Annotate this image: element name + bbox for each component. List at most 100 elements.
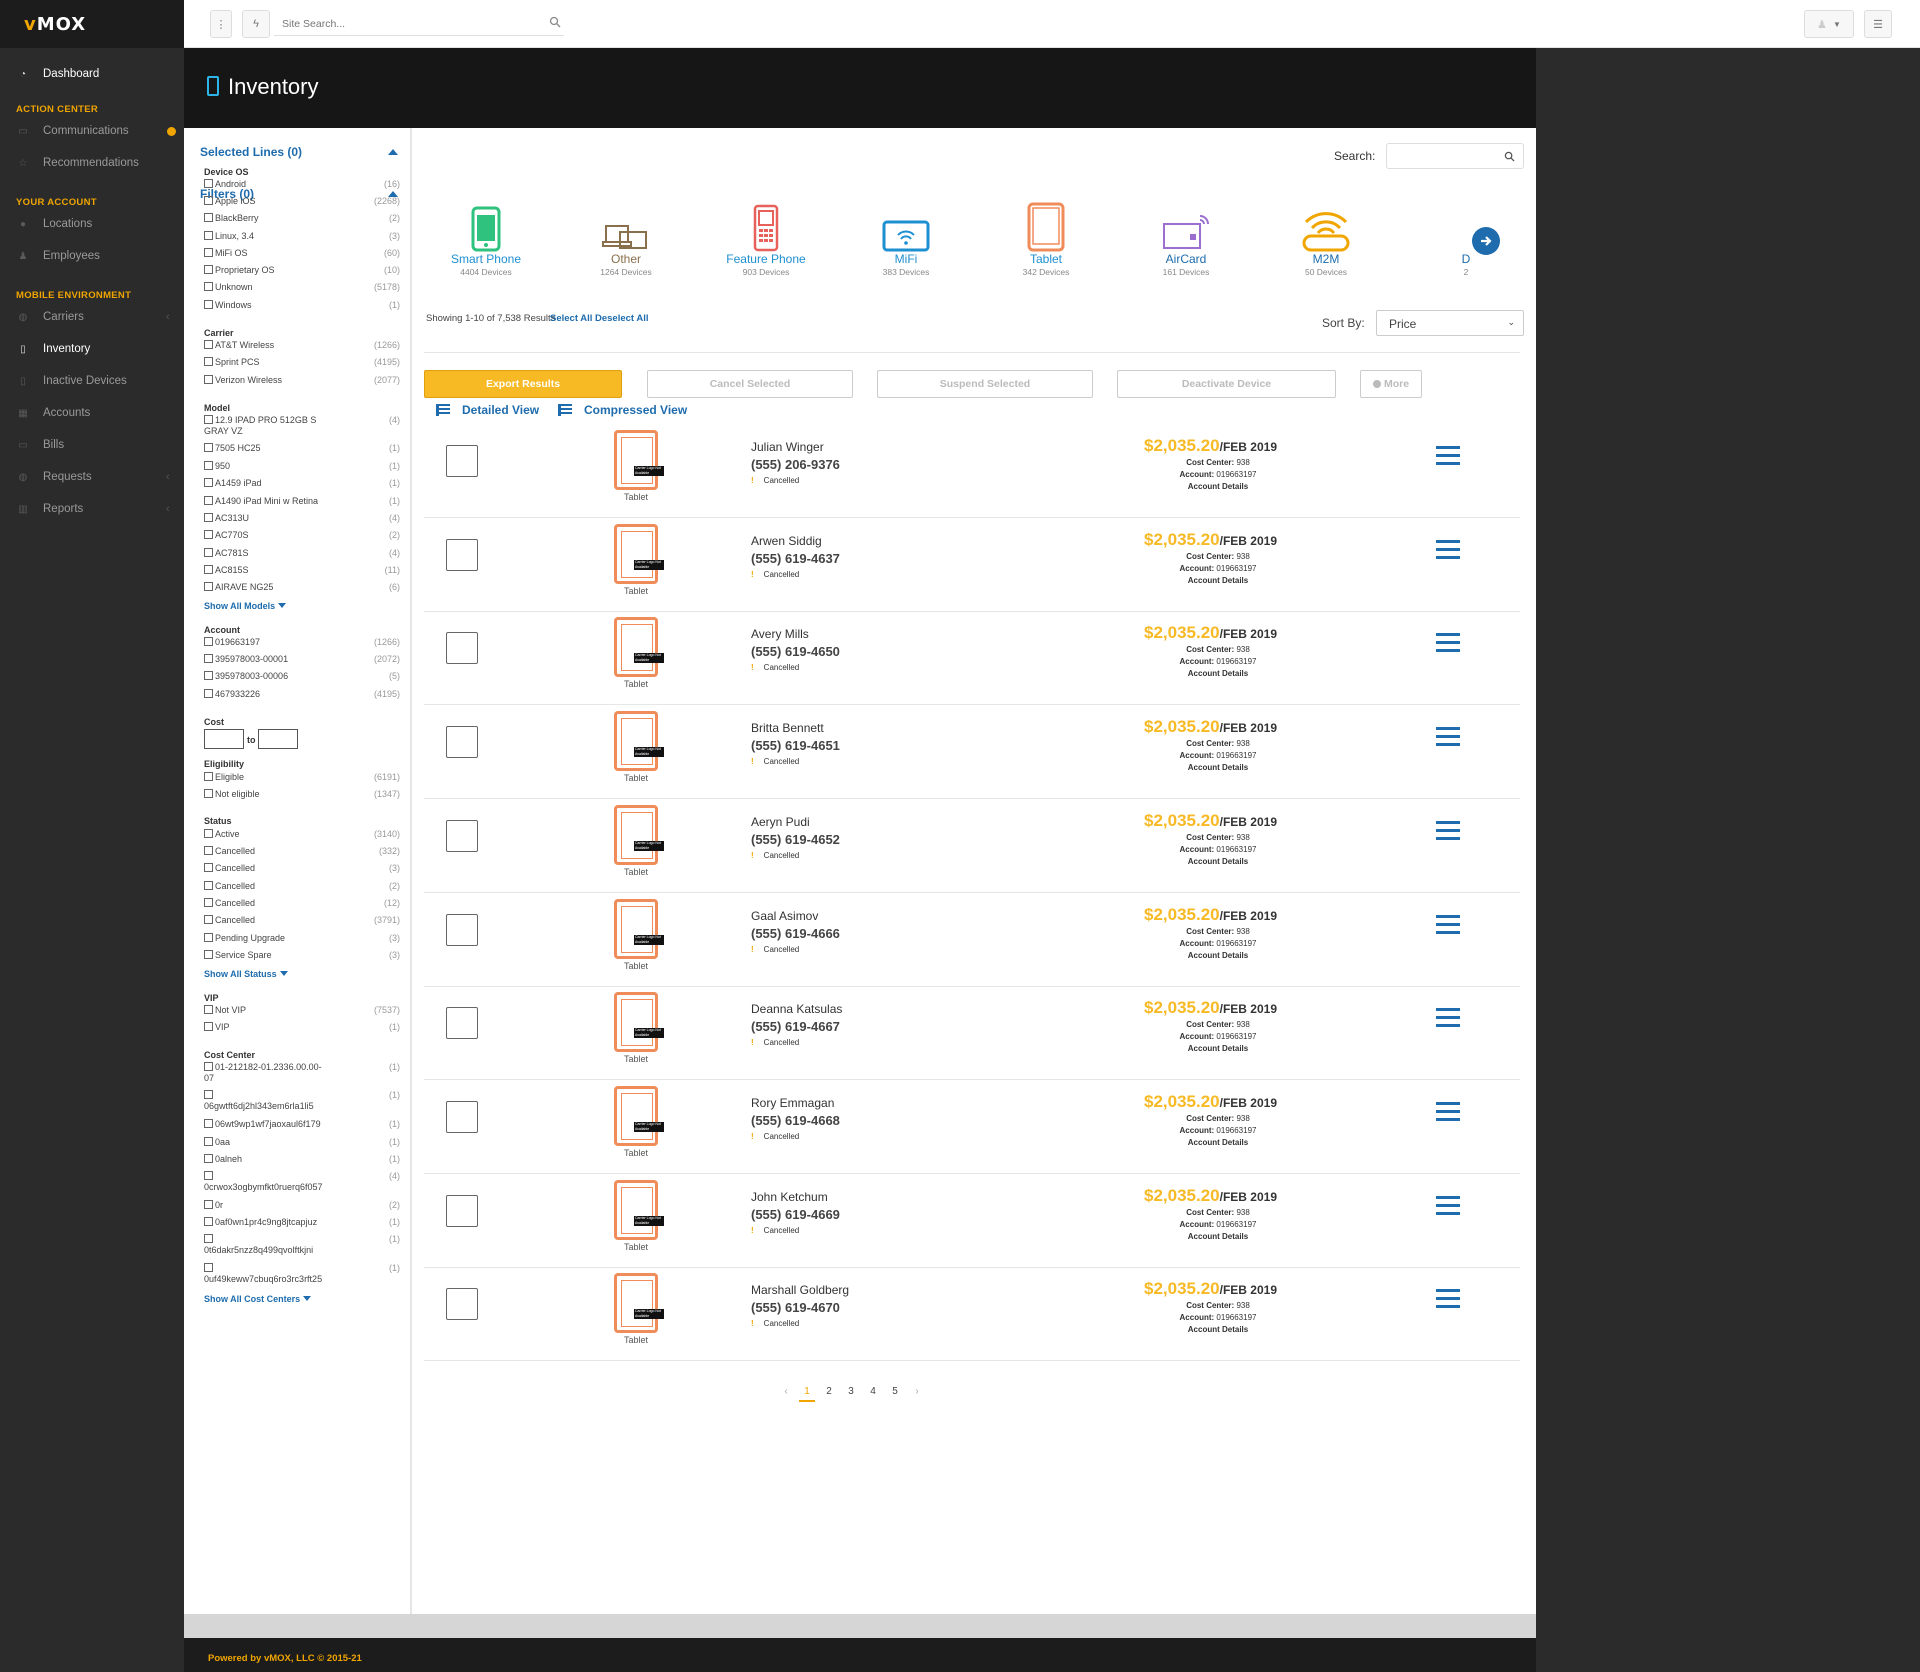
chevron-up-icon[interactable] xyxy=(388,149,398,155)
select-all-link[interactable]: Select All xyxy=(550,313,592,324)
phone-number[interactable]: (555) 619-4637 xyxy=(751,551,840,566)
checkbox[interactable] xyxy=(204,772,213,781)
compressed-view-link[interactable]: Compressed View xyxy=(558,403,687,417)
phone-number[interactable]: (555) 619-4667 xyxy=(751,1019,840,1034)
nav-inactive-devices[interactable]: ▯ Inactive Devices xyxy=(0,365,184,397)
row-checkbox[interactable] xyxy=(446,1288,478,1321)
row-menu-icon[interactable] xyxy=(1436,1289,1460,1310)
account-details-link[interactable]: Account Details xyxy=(1144,1325,1292,1334)
filter-option[interactable]: AC313U (4) xyxy=(204,513,400,527)
user-name[interactable]: Deanna Katsulas xyxy=(751,1002,842,1016)
row-checkbox[interactable] xyxy=(446,1194,478,1227)
logo[interactable]: vMOX xyxy=(0,0,184,48)
checkbox[interactable] xyxy=(204,933,213,942)
deselect-all-link[interactable]: Deselect All xyxy=(595,313,649,324)
cancel-selected-button[interactable]: Cancel Selected xyxy=(647,370,853,398)
deactivate-device-button[interactable]: Deactivate Device xyxy=(1117,370,1336,398)
filter-option[interactable]: 12.9 IPAD PRO 512GB S GRAY VZ (4) xyxy=(204,415,400,436)
filter-option[interactable]: AC815S (11) xyxy=(204,565,400,579)
filter-option[interactable]: Not VIP (7537) xyxy=(204,1005,400,1019)
phone-number[interactable]: (555) 206-9376 xyxy=(751,457,840,472)
filter-option[interactable]: Pending Upgrade (3) xyxy=(204,933,400,947)
pagination-page[interactable]: 2 xyxy=(821,1386,837,1397)
checkbox[interactable] xyxy=(204,950,213,959)
user-name[interactable]: Julian Winger xyxy=(751,440,824,454)
filter-option[interactable]: 06gwtft6dj2hl343em6rla1li5 (1) xyxy=(204,1090,400,1111)
user-name[interactable]: Avery Mills xyxy=(751,627,809,641)
checkbox[interactable] xyxy=(204,898,213,907)
row-menu-icon[interactable] xyxy=(1436,1101,1460,1122)
filter-option[interactable]: 019663197 (1266) xyxy=(204,637,400,651)
checkbox[interactable] xyxy=(204,415,213,424)
nav-dashboard[interactable]: ◔ Dashboard xyxy=(0,58,184,90)
row-checkbox[interactable] xyxy=(446,445,478,477)
filter-option[interactable]: Cancelled (2) xyxy=(204,881,400,895)
row-menu-icon[interactable] xyxy=(1436,1195,1460,1216)
filter-option[interactable]: 467933226 (4195) xyxy=(204,689,400,703)
show-all-link[interactable]: Show All Models xyxy=(204,601,287,611)
checkbox[interactable] xyxy=(204,513,213,522)
checkbox[interactable] xyxy=(204,565,213,574)
row-menu-icon[interactable] xyxy=(1436,820,1460,841)
checkbox[interactable] xyxy=(204,340,213,349)
filter-option[interactable]: 0t6dakr5nzz8q499qvolftkjni (1) xyxy=(204,1234,400,1255)
checkbox[interactable] xyxy=(204,248,213,257)
filter-option[interactable]: BlackBerry (2) xyxy=(204,213,400,227)
checkbox[interactable] xyxy=(204,196,213,205)
show-all-link[interactable]: Show All Cost Centers xyxy=(204,1294,312,1304)
filter-option[interactable]: A1459 iPad (1) xyxy=(204,478,400,492)
phone-number[interactable]: (555) 619-4668 xyxy=(751,1113,840,1128)
filter-option[interactable]: Windows (1) xyxy=(204,300,400,314)
suspend-selected-button[interactable]: Suspend Selected xyxy=(877,370,1093,398)
pagination-page[interactable]: 3 xyxy=(843,1386,859,1397)
account-details-link[interactable]: Account Details xyxy=(1144,669,1292,678)
checkbox[interactable] xyxy=(204,265,213,274)
checkbox[interactable] xyxy=(204,1171,213,1180)
more-button[interactable]: More xyxy=(1360,370,1422,398)
phone-number[interactable]: (555) 619-4651 xyxy=(751,738,840,753)
row-menu-icon[interactable] xyxy=(1436,446,1460,466)
checkbox[interactable] xyxy=(204,496,213,505)
phone-number[interactable]: (555) 619-4650 xyxy=(751,644,840,659)
filter-option[interactable]: Sprint PCS (4195) xyxy=(204,357,400,371)
category-smart-phone[interactable]: Smart Phone 4404 Devices xyxy=(426,200,546,277)
checkbox[interactable] xyxy=(204,829,213,838)
row-checkbox[interactable] xyxy=(446,632,478,665)
row-menu-icon[interactable] xyxy=(1436,539,1460,560)
checkbox[interactable] xyxy=(204,1200,213,1209)
filter-option[interactable]: Verizon Wireless (2077) xyxy=(204,375,400,389)
nav-locations[interactable]: ● Locations xyxy=(0,208,184,240)
phone-number[interactable]: (555) 619-4670 xyxy=(751,1300,840,1315)
user-name[interactable]: John Ketchum xyxy=(751,1190,828,1204)
filter-option[interactable]: AC781S (4) xyxy=(204,548,400,562)
checkbox[interactable] xyxy=(204,1119,213,1128)
checkbox[interactable] xyxy=(204,530,213,539)
checkbox[interactable] xyxy=(204,863,213,872)
category-m2m[interactable]: M2M 50 Devices xyxy=(1266,200,1386,277)
checkbox[interactable] xyxy=(204,846,213,855)
filter-option[interactable]: Service Spare (3) xyxy=(204,950,400,964)
checkbox[interactable] xyxy=(204,789,213,798)
checkbox[interactable] xyxy=(204,282,213,291)
cost-max-input[interactable] xyxy=(258,729,298,749)
row-checkbox[interactable] xyxy=(446,913,478,946)
filter-option[interactable]: 06wt9wp1wf7jaoxaul6f179 (1) xyxy=(204,1119,400,1133)
phone-number[interactable]: (555) 619-4666 xyxy=(751,926,840,941)
pagination-page[interactable]: 1 xyxy=(799,1386,815,1402)
phone-number[interactable]: (555) 619-4669 xyxy=(751,1207,840,1222)
more-vertical-button[interactable]: ⋮ xyxy=(210,10,232,38)
phone-number[interactable]: (555) 619-4652 xyxy=(751,832,840,847)
checkbox[interactable] xyxy=(204,1062,213,1071)
checkbox[interactable] xyxy=(204,1263,213,1272)
sort-select[interactable]: Price ⌄ xyxy=(1376,310,1524,336)
checkbox[interactable] xyxy=(204,1234,213,1243)
filter-option[interactable]: 0af0wn1pr4c9ng8jtcapjuz (1) xyxy=(204,1217,400,1231)
account-details-link[interactable]: Account Details xyxy=(1144,857,1292,866)
user-name[interactable]: Marshall Goldberg xyxy=(751,1283,849,1297)
filter-option[interactable]: 950 (1) xyxy=(204,461,400,475)
search-icon[interactable] xyxy=(549,16,561,28)
row-checkbox[interactable] xyxy=(446,726,478,759)
nav-employees[interactable]: ♟ Employees xyxy=(0,240,184,272)
checkbox[interactable] xyxy=(204,357,213,366)
pagination-page[interactable]: 4 xyxy=(865,1386,881,1397)
